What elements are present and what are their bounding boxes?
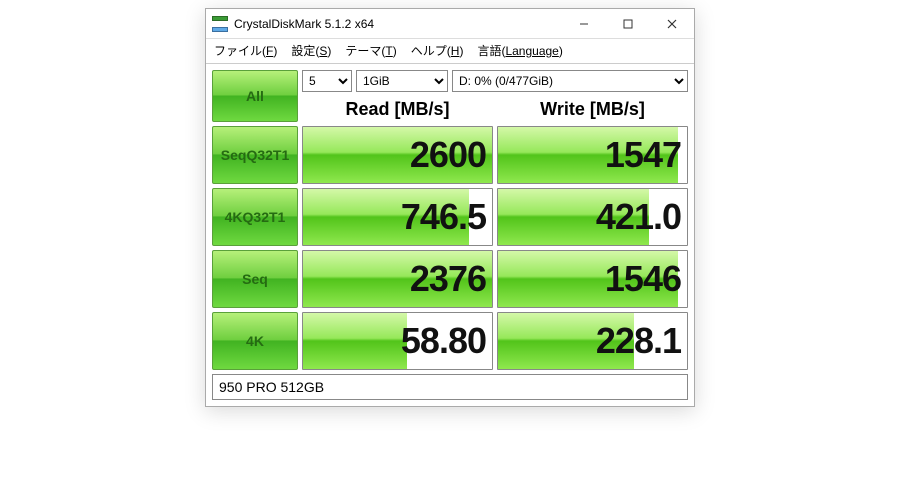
result-value: 58.80 bbox=[303, 313, 486, 369]
bench-row: Seq23761546 bbox=[212, 250, 688, 308]
read-result: 58.80 bbox=[302, 312, 493, 370]
app-icon bbox=[212, 16, 228, 32]
run-test-button[interactable]: Seq bbox=[212, 250, 298, 308]
close-icon bbox=[667, 19, 677, 29]
result-value: 228.1 bbox=[498, 313, 681, 369]
maximize-icon bbox=[623, 19, 633, 29]
run-test-button[interactable]: 4K bbox=[212, 312, 298, 370]
app-window: CrystalDiskMark 5.1.2 x64 ファイル(F) 設定(S) … bbox=[205, 8, 695, 407]
window-controls bbox=[562, 9, 694, 38]
menu-settings[interactable]: 設定(S) bbox=[291, 42, 331, 59]
run-test-button[interactable]: 4KQ32T1 bbox=[212, 188, 298, 246]
write-result: 421.0 bbox=[497, 188, 688, 246]
result-value: 1547 bbox=[498, 127, 681, 183]
write-result: 1547 bbox=[497, 126, 688, 184]
menu-file[interactable]: ファイル(F) bbox=[214, 42, 277, 59]
result-value: 421.0 bbox=[498, 189, 681, 245]
read-result: 2600 bbox=[302, 126, 493, 184]
header-read: Read [MB/s] bbox=[302, 94, 493, 120]
menu-theme[interactable]: テーマ(T) bbox=[345, 42, 396, 59]
client-area: All 5 1GiB D: 0% (0/477GiB) Read [MB/s] … bbox=[206, 64, 694, 406]
write-result: 1546 bbox=[497, 250, 688, 308]
minimize-button[interactable] bbox=[562, 9, 606, 38]
window-title: CrystalDiskMark 5.1.2 x64 bbox=[234, 17, 562, 31]
drive-select[interactable]: D: 0% (0/477GiB) bbox=[452, 70, 688, 92]
result-value: 1546 bbox=[498, 251, 681, 307]
read-result: 2376 bbox=[302, 250, 493, 308]
menu-language[interactable]: 言語(Language) bbox=[477, 42, 562, 59]
maximize-button[interactable] bbox=[606, 9, 650, 38]
bench-row: 4KQ32T1746.5421.0 bbox=[212, 188, 688, 246]
bench-row: 4K58.80228.1 bbox=[212, 312, 688, 370]
bench-row: SeqQ32T126001547 bbox=[212, 126, 688, 184]
result-value: 2376 bbox=[303, 251, 486, 307]
run-all-button[interactable]: All bbox=[212, 70, 298, 122]
test-size-select[interactable]: 1GiB bbox=[356, 70, 448, 92]
menubar: ファイル(F) 設定(S) テーマ(T) ヘルプ(H) 言語(Language) bbox=[206, 39, 694, 64]
read-result: 746.5 bbox=[302, 188, 493, 246]
test-count-select[interactable]: 5 bbox=[302, 70, 352, 92]
minimize-icon bbox=[579, 19, 589, 29]
menu-help[interactable]: ヘルプ(H) bbox=[411, 42, 464, 59]
comment-input[interactable] bbox=[212, 374, 688, 400]
run-test-button[interactable]: SeqQ32T1 bbox=[212, 126, 298, 184]
result-value: 746.5 bbox=[303, 189, 486, 245]
close-button[interactable] bbox=[650, 9, 694, 38]
write-result: 228.1 bbox=[497, 312, 688, 370]
result-value: 2600 bbox=[303, 127, 486, 183]
header-write: Write [MB/s] bbox=[497, 94, 688, 120]
titlebar: CrystalDiskMark 5.1.2 x64 bbox=[206, 9, 694, 39]
